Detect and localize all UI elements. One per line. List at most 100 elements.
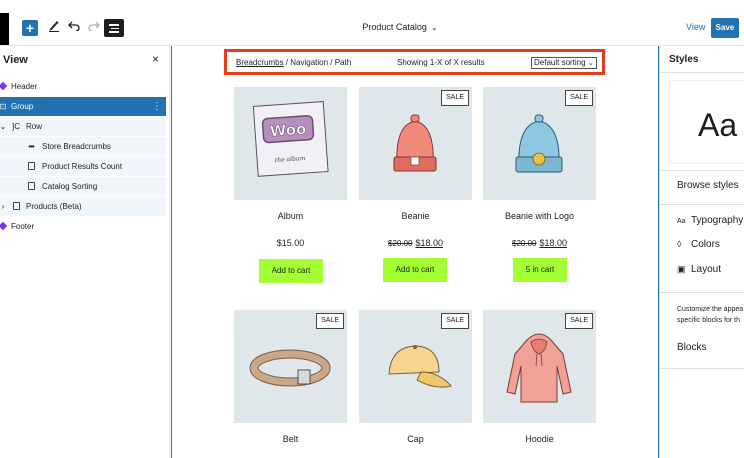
blocks-description-line: Customize the appea [677, 306, 744, 313]
chevron-expand-icon[interactable]: ⌄ [0, 117, 8, 136]
more-options-icon[interactable]: ⋮ [152, 97, 162, 116]
row-icon: ]C [12, 122, 20, 131]
block-icon [26, 177, 36, 197]
divider [660, 170, 744, 171]
store-notices-row[interactable]: Breadcrumbs / Navigation / Path Showing … [224, 49, 605, 75]
product-results-count: Showing 1-X of X results [397, 58, 485, 67]
breadcrumb-path: / Navigation / Path [283, 58, 352, 67]
typography-label: Typography [691, 215, 744, 226]
style-preview-card[interactable]: Aa [669, 80, 744, 164]
sorting-value: Default sorting [534, 58, 586, 67]
sale-badge: SALE [565, 90, 593, 106]
product-title[interactable]: Hoodie [483, 434, 596, 444]
list-view-title: View [3, 54, 28, 66]
product-image[interactable]: Woo the album [234, 87, 347, 200]
product-price: $20.00 $18.00 [359, 238, 472, 248]
style-preview-text: Aa [698, 107, 738, 143]
list-item-label: Row [26, 122, 43, 131]
price-current: $18.00 [539, 238, 567, 248]
document-title-label: Product Catalog [362, 22, 427, 32]
product-price: $20.00 $18.00 [483, 238, 596, 248]
store-breadcrumbs[interactable]: Breadcrumbs / Navigation / Path [236, 58, 351, 67]
query-icon [11, 197, 21, 217]
product-title[interactable]: Cap [359, 434, 472, 444]
styles-sidebar: Styles Aa Browse styles Aa Typography ◊ Co… [659, 46, 744, 458]
list-item-store-breadcrumbs[interactable]: ••• Store Breadcrumbs [0, 137, 166, 156]
add-to-cart-button[interactable]: Add to cart [259, 259, 323, 283]
chevron-down-icon: ⌄ [430, 23, 438, 32]
list-item-label: Group [11, 102, 34, 111]
chevron-right-icon[interactable]: › [0, 197, 8, 216]
colors-nav-item[interactable]: ◊ Colors [677, 239, 720, 250]
save-button[interactable]: Save [711, 18, 739, 38]
view-button[interactable]: View [686, 22, 705, 32]
group-icon: ⊡ [0, 102, 7, 111]
list-item-label: Products (Beta) [26, 202, 82, 211]
product-title[interactable]: Beanie with Logo [483, 211, 596, 221]
product-image[interactable]: SALE [359, 310, 472, 423]
browse-styles-button[interactable]: Browse styles [677, 180, 739, 191]
document-title[interactable]: Product Catalog ⌄ [340, 22, 460, 32]
editor-canvas[interactable]: Breadcrumbs / Navigation / Path Showing … [171, 46, 659, 458]
album-logo-text: Woo [269, 120, 307, 141]
sale-badge: SALE [441, 90, 469, 106]
blocks-nav-item[interactable]: Blocks [677, 342, 706, 353]
undo-icon[interactable] [66, 18, 82, 36]
styles-panel-title: Styles [669, 54, 699, 65]
layout-icon: ▣ [677, 264, 686, 274]
template-part-icon [0, 217, 8, 236]
close-icon[interactable]: × [152, 52, 159, 66]
divider [660, 204, 744, 205]
list-item-catalog-sorting[interactable]: Catalog Sorting [0, 177, 166, 196]
divider [660, 368, 744, 369]
layout-label: Layout [691, 264, 722, 275]
product-image[interactable]: SALE [483, 310, 596, 423]
product-image[interactable]: SALE [234, 310, 347, 423]
blocks-description: Customize the appea specific blocks for … [677, 304, 744, 326]
list-view-toggle-button[interactable] [104, 19, 124, 37]
album-image-icon: Woo the album [252, 101, 329, 177]
list-view-sidebar: View × Header ⊡ Group ⋮ ⌄ ]C Row ••• Sto… [0, 46, 170, 458]
typography-nav-item[interactable]: Aa Typography [677, 215, 743, 226]
list-item-row[interactable]: ⌄ ]C Row [0, 117, 166, 136]
layout-nav-item[interactable]: ▣ Layout [677, 264, 721, 275]
catalog-sorting-select[interactable]: Default sorting ⌄ [531, 57, 597, 69]
price-current: $18.00 [415, 238, 443, 248]
site-logo[interactable] [0, 13, 9, 45]
product-image[interactable]: SALE [483, 87, 596, 200]
divider [660, 72, 744, 73]
price-current: $15.00 [276, 238, 305, 248]
colors-label: Colors [691, 239, 720, 250]
list-item-product-results-count[interactable]: Product Results Count [0, 157, 166, 176]
list-item-group[interactable]: ⊡ Group ⋮ [0, 97, 166, 116]
add-to-cart-button[interactable]: Add to cart [383, 258, 447, 282]
list-item-label: Product Results Count [42, 162, 123, 171]
sale-badge: SALE [441, 313, 469, 329]
edit-tool-icon[interactable] [46, 18, 62, 36]
product-title[interactable]: Belt [234, 434, 347, 444]
block-icon [26, 157, 36, 177]
divider [660, 292, 744, 293]
typography-icon: Aa [677, 218, 686, 225]
product-image[interactable]: SALE [359, 87, 472, 200]
in-cart-button[interactable]: 5 in cart [513, 258, 567, 282]
blocks-description-line: specific blocks for th [677, 317, 741, 324]
product-price: $15.00 [234, 238, 347, 248]
price-original: $20.00 [388, 239, 413, 248]
breadcrumb-link[interactable]: Breadcrumbs [236, 58, 284, 67]
droplet-icon: ◊ [677, 239, 682, 249]
list-item-label: Footer [11, 222, 35, 231]
list-item-header[interactable]: Header [0, 77, 166, 96]
product-title[interactable]: Album [234, 211, 347, 221]
add-block-button[interactable]: + [22, 20, 38, 36]
list-item-products-beta[interactable]: › Products (Beta) [0, 197, 166, 216]
sale-badge: SALE [565, 313, 593, 329]
product-title[interactable]: Beanie [359, 211, 472, 221]
price-original: $20.00 [512, 239, 537, 248]
redo-icon[interactable] [86, 18, 102, 36]
sale-badge: SALE [316, 313, 344, 329]
group-block-frame[interactable]: Breadcrumbs / Navigation / Path Showing … [171, 46, 659, 458]
list-item-footer[interactable]: Footer [0, 217, 166, 236]
top-toolbar: + Product Catalog ⌄ View Save [0, 0, 744, 46]
list-item-label: Catalog Sorting [42, 182, 98, 191]
